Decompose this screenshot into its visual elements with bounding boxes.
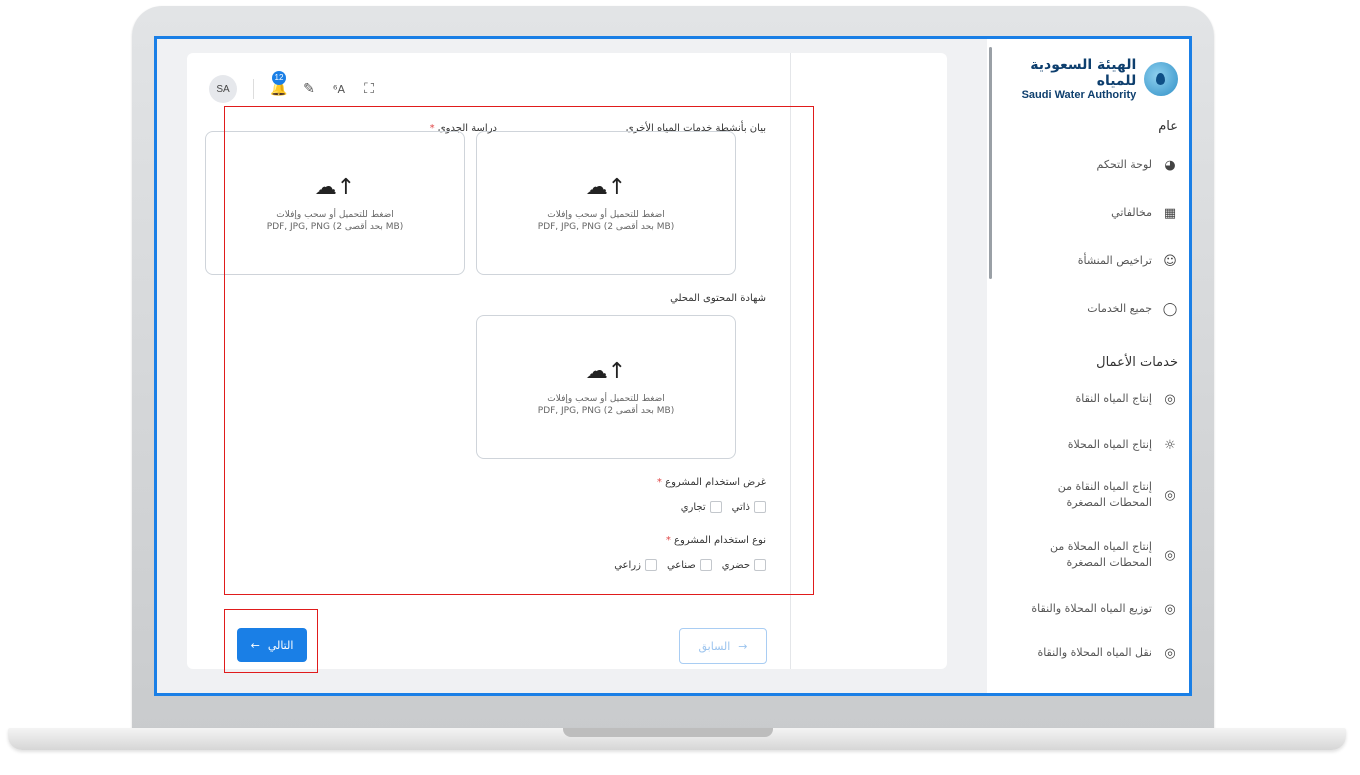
logo-arabic: الهيئة السعودية للمياه <box>1030 57 1137 89</box>
logo-text: الهيئة السعودية للمياه Saudi Water Autho… <box>987 57 1137 101</box>
laptop-notch <box>563 728 773 737</box>
water-drop-icon: ◎ <box>1164 601 1176 617</box>
water-drop-icon: ◎ <box>1164 487 1176 503</box>
toolbar-separator <box>253 79 254 99</box>
user-icon: ☺ <box>1163 253 1177 269</box>
bell-icon[interactable]: 🔔 12 <box>270 71 288 97</box>
sidebar-item-transport[interactable]: ◎ نقل المياه المحلاة والنقاة <box>998 645 1178 661</box>
sidebar-item-label: إنتاج المياه النقاة <box>1075 392 1153 405</box>
notification-badge: 12 <box>272 71 286 85</box>
logo-icon <box>1144 62 1178 96</box>
logo[interactable]: الهيئة السعودية للمياه Saudi Water Autho… <box>987 57 1178 101</box>
sidebar-item-distribution[interactable]: ◎ توزيع المياه المحلاة والنقاة <box>998 601 1178 617</box>
section-general-heading: عام <box>1158 119 1178 134</box>
app-screen: SA 🔔 12 ✎ ⁶A ⛶ بيان بأنشطة خدمات المياه … <box>154 36 1192 696</box>
logo-english: Saudi Water Authority <box>1021 89 1137 101</box>
sidebar-item-label: مخالفاتي <box>1111 206 1152 219</box>
sidebar-item-purified-production[interactable]: ◎ إنتاج المياه النقاة <box>998 391 1178 407</box>
form-card: SA 🔔 12 ✎ ⁶A ⛶ بيان بأنشطة خدمات المياه … <box>187 53 947 673</box>
sidebar-item-label: إنتاج المياه المحلاة <box>1067 438 1152 451</box>
previous-button[interactable]: → السابق <box>679 628 767 664</box>
water-drop-icon: ◎ <box>1164 645 1176 661</box>
sidebar-item-licenses[interactable]: ☺ تراخيص المنشأة <box>998 253 1178 269</box>
previous-button-label: السابق <box>698 639 731 653</box>
sidebar-scrollbar[interactable] <box>989 47 992 279</box>
fullscreen-icon[interactable]: ⛶ <box>360 81 378 97</box>
sidebar-item-desalinated-small[interactable]: ◎ إنتاج المياه المحلاة من المحطات المصغر… <box>998 539 1178 571</box>
sidebar-item-dashboard[interactable]: ◕ لوحة التحكم <box>998 157 1178 173</box>
sidebar-item-label: جميع الخدمات <box>1087 302 1152 315</box>
sun-icon: ☼ <box>1164 437 1176 453</box>
sidebar-item-desalinated-production[interactable]: ☼ إنتاج المياه المحلاة <box>998 437 1178 453</box>
sidebar-item-purified-small[interactable]: ◎ إنتاج المياه النقاة من المحطات المصغرة <box>998 479 1178 511</box>
water-drop-icon: ◎ <box>1164 547 1176 563</box>
water-drop-icon: ◎ <box>1164 391 1176 407</box>
sidebar-item-label: نقل المياه المحلاة والنقاة <box>1037 646 1152 659</box>
section-business-heading: خدمات الأعمال <box>1096 355 1178 370</box>
sidebar-item-label: لوحة التحكم <box>1096 158 1152 171</box>
sidebar-item-label: توزيع المياه المحلاة والنقاة <box>1031 602 1152 615</box>
sidebar-item-violations[interactable]: ▦ مخالفاتي <box>998 205 1178 221</box>
drop-icon: ◯ <box>1162 301 1178 317</box>
clipboard-check-icon[interactable]: ✎ <box>300 81 318 97</box>
avatar[interactable]: SA <box>209 75 237 103</box>
grid-icon: ▦ <box>1163 205 1177 221</box>
arrow-right-icon: → <box>738 639 748 653</box>
sidebar: الهيئة السعودية للمياه Saudi Water Autho… <box>987 39 1189 693</box>
sidebar-item-label: إنتاج المياه المحلاة من المحطات المصغرة <box>1049 540 1152 569</box>
sidebar-item-all-services[interactable]: ◯ جميع الخدمات <box>998 301 1178 317</box>
top-toolbar: SA 🔔 12 ✎ ⁶A ⛶ <box>209 71 378 103</box>
highlight-box-next <box>224 609 318 673</box>
sidebar-item-label: إنتاج المياه النقاة من المحطات المصغرة <box>1057 480 1152 509</box>
dashboard-icon: ◕ <box>1164 157 1176 173</box>
translate-icon[interactable]: ⁶A <box>330 83 348 96</box>
sidebar-item-label: تراخيص المنشأة <box>1077 254 1152 267</box>
highlight-box <box>224 106 814 595</box>
